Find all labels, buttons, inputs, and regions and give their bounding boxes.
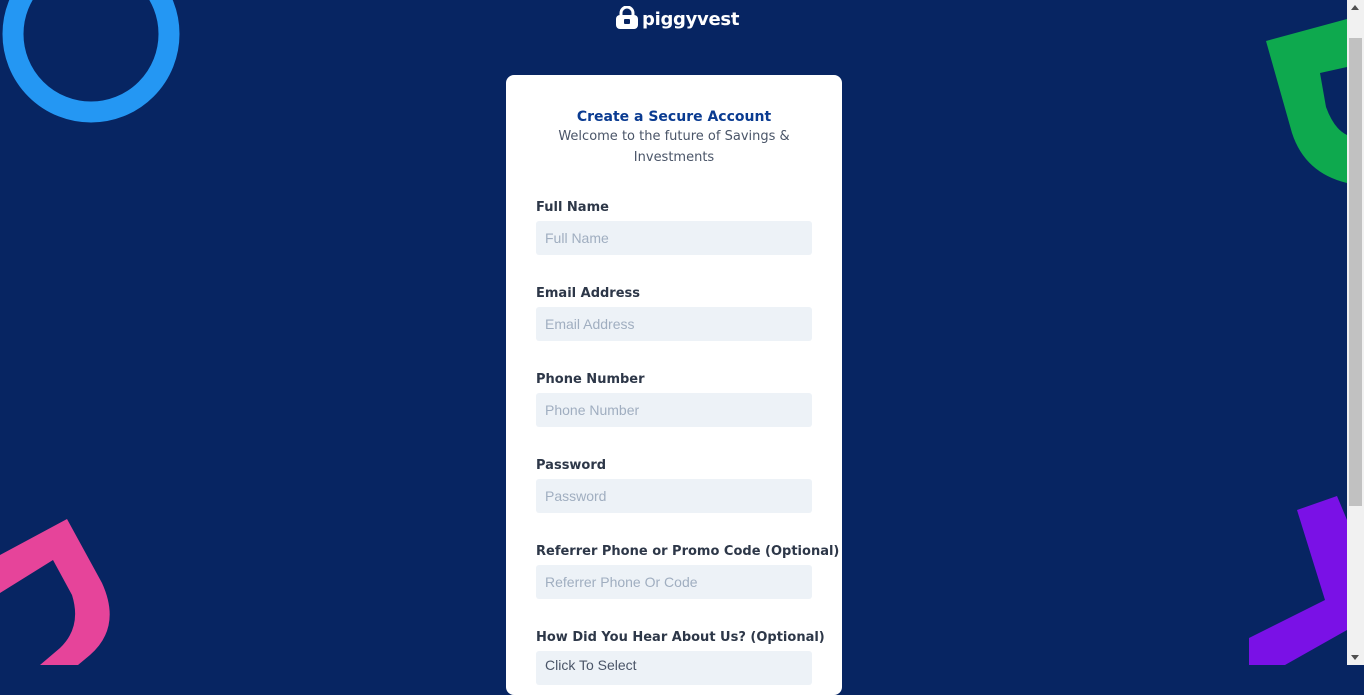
decorative-blue-ring (2, 0, 180, 123)
scrollbar-thumb[interactable] (1349, 38, 1362, 506)
signup-card: Create a Secure Account Welcome to the f… (506, 75, 842, 695)
decorative-pink-shape (0, 519, 110, 665)
hear-about-label: How Did You Hear About Us? (Optional) (536, 630, 825, 645)
page-title: Create a Secure Account (576, 109, 772, 125)
page-subtitle: Welcome to the future of Savings & Inves… (558, 129, 790, 165)
full-name-label: Full Name (536, 200, 609, 215)
piggy-lock-icon (615, 5, 639, 34)
email-label: Email Address (536, 286, 641, 301)
decorative-purple-shape (1249, 496, 1347, 665)
full-name-input[interactable] (536, 221, 812, 255)
referrer-label: Referrer Phone or Promo Code (Optional) (536, 544, 840, 559)
scroll-down-arrow-icon[interactable] (1351, 655, 1359, 660)
brand-name: piggyvest (642, 9, 740, 30)
referrer-input[interactable] (536, 565, 812, 599)
phone-label: Phone Number (536, 372, 645, 387)
hear-about-select[interactable]: Click To Select (536, 651, 812, 685)
scroll-up-arrow-icon[interactable] (1351, 5, 1359, 10)
password-label: Password (536, 458, 607, 473)
page-scrollbar[interactable] (1347, 0, 1364, 665)
piggyvest-logo[interactable]: piggyvest (615, 5, 740, 34)
phone-input[interactable] (536, 393, 812, 427)
email-input[interactable] (536, 307, 812, 341)
password-input[interactable] (536, 479, 812, 513)
decorative-green-shape (1266, 19, 1347, 183)
